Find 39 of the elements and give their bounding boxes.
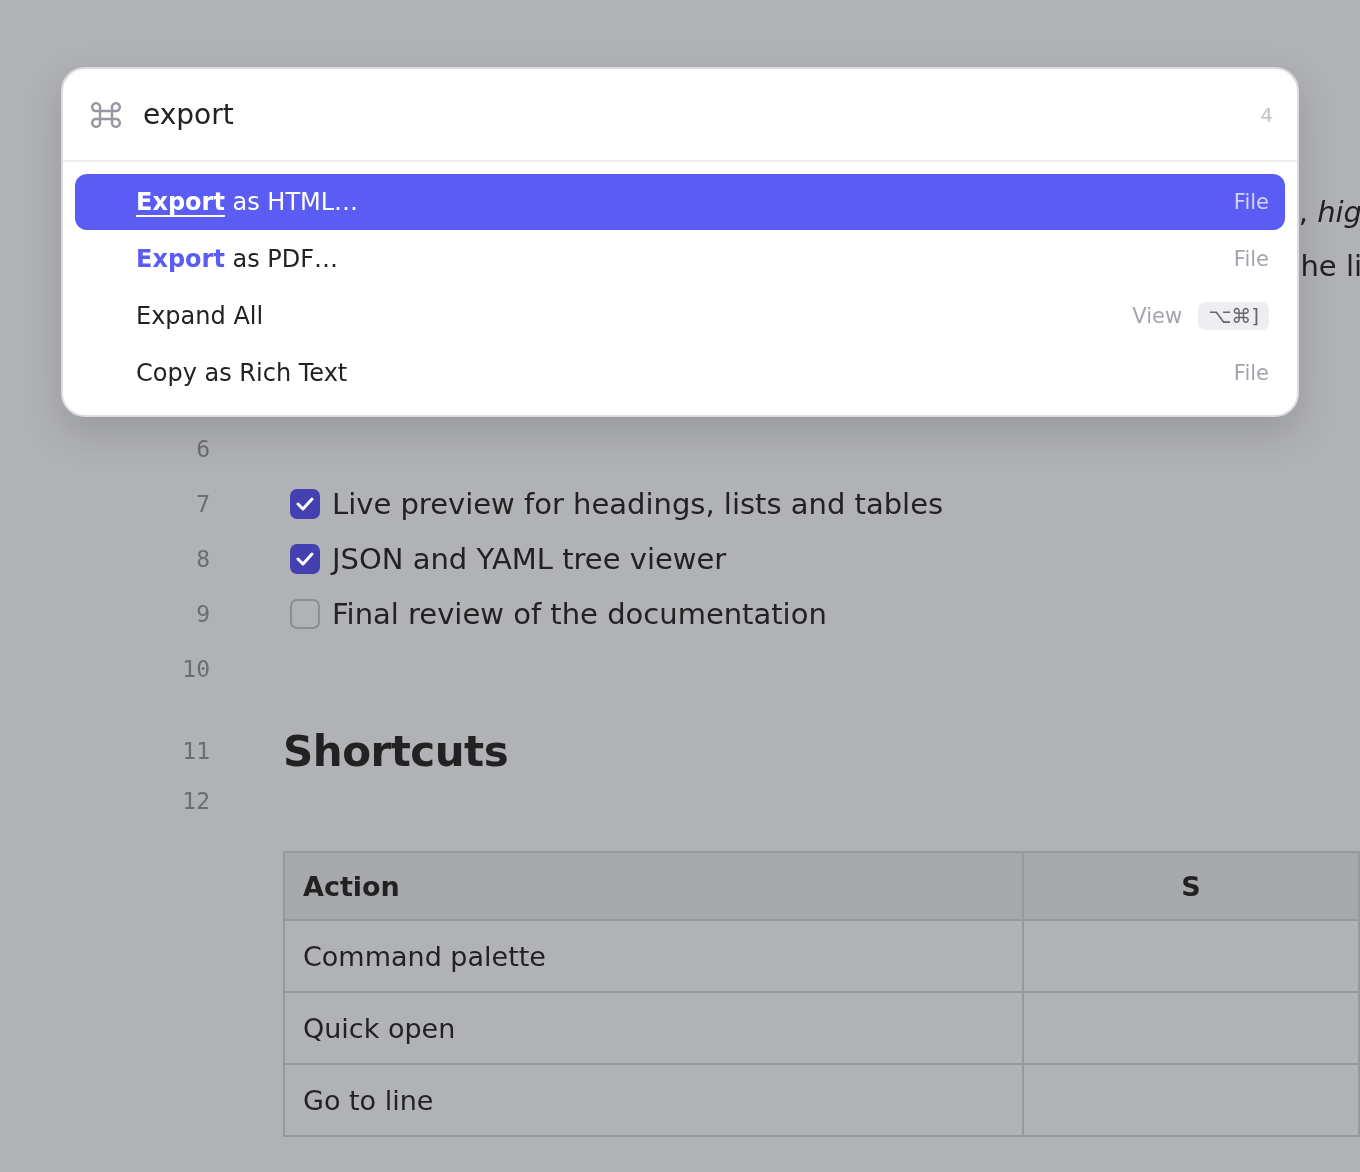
section-heading: Shortcuts [283, 726, 509, 776]
result-item[interactable]: Export as PDF… File [75, 231, 1285, 287]
checkbox[interactable] [290, 488, 320, 519]
command-key-icon [91, 101, 121, 128]
table-cell: Command palette [284, 920, 1023, 992]
line-number: 7 [195, 490, 210, 517]
result-label: Copy as Rich Text [136, 359, 349, 387]
line-number: 9 [195, 600, 210, 627]
shortcut-key: ⌥⌘] [1198, 302, 1269, 330]
search-field[interactable]: export [141, 97, 1261, 132]
line-number: 8 [195, 545, 210, 572]
column-header: Action [284, 852, 1023, 920]
editor-text: he li [1300, 249, 1360, 283]
result-category: File [1233, 247, 1269, 271]
result-label: Export as PDF… [136, 245, 340, 273]
result-count: 4 [1260, 102, 1273, 127]
task-text: JSON and YAML tree viewer [332, 541, 727, 576]
task-text: Live preview for headings, lists and tables [332, 486, 944, 521]
check-icon [296, 496, 314, 511]
result-item[interactable]: Export as HTML… File [75, 174, 1285, 230]
result-category: File [1233, 190, 1269, 214]
result-category: File [1233, 361, 1269, 385]
task-text: Final review of the documentation [332, 596, 827, 631]
line-number: 12 [181, 788, 210, 814]
result-item[interactable]: Copy as Rich Text File [75, 345, 1285, 401]
table-cell: Go to line [284, 1064, 1023, 1136]
result-category: View [1132, 304, 1183, 328]
line-number: 11 [181, 738, 210, 764]
column-header: S [1022, 852, 1359, 920]
table-cell: Quick open [284, 992, 1023, 1064]
checkbox[interactable] [290, 543, 320, 574]
line-number: 10 [181, 655, 210, 682]
line-number: 6 [195, 435, 210, 462]
result-label: Export as HTML… [136, 188, 360, 216]
checkbox[interactable] [290, 598, 320, 629]
result-label: Expand All [136, 302, 265, 330]
editor-text: , hig [1298, 195, 1360, 229]
check-icon [296, 551, 314, 566]
result-item[interactable]: Expand All View ⌥⌘] [75, 288, 1285, 344]
